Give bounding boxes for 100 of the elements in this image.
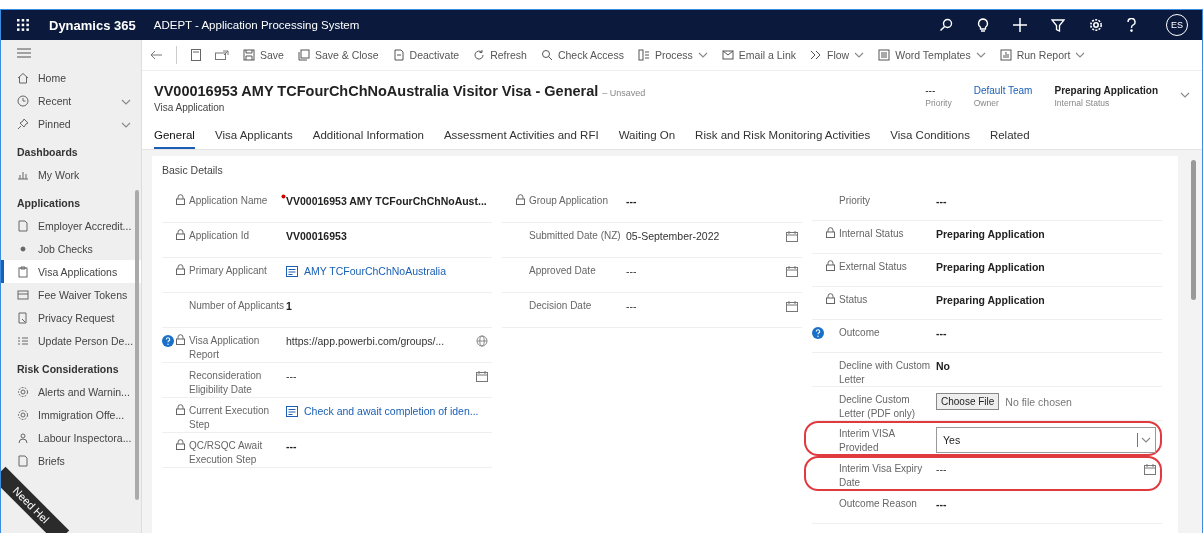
field-value[interactable]: https://app.powerbi.com/groups/... <box>286 335 445 347</box>
field-value: Preparing Application <box>936 294 1045 306</box>
command-button[interactable]: Process <box>637 49 708 61</box>
date-field[interactable]: 05-September-2022 <box>626 230 720 242</box>
back-arrow-icon[interactable] <box>150 50 162 60</box>
form-tab[interactable]: Related <box>989 125 1030 149</box>
field-label: Outcome <box>839 326 881 340</box>
command-button[interactable]: Run Report <box>999 49 1086 61</box>
calendar-icon[interactable] <box>476 370 488 382</box>
nav-item[interactable]: Home <box>1 66 141 89</box>
document-icon <box>878 49 891 61</box>
form-tab[interactable]: Additional Information <box>312 125 424 149</box>
header-field-value[interactable]: Default Team <box>973 85 1033 96</box>
calendar-icon[interactable] <box>786 230 798 242</box>
section-title: Basic Details <box>162 164 224 176</box>
nav-item[interactable]: Recent <box>1 89 141 112</box>
command-button[interactable]: Flow <box>810 49 865 61</box>
plus-icon[interactable] <box>1013 18 1027 32</box>
form-tab[interactable]: General <box>154 125 195 149</box>
field-label: Status <box>839 293 869 307</box>
calendar-icon[interactable] <box>1144 463 1156 475</box>
form-tab[interactable]: Visa Conditions <box>890 125 970 149</box>
file-status: No file chosen <box>1005 395 1072 408</box>
save-status: – Unsaved <box>602 88 646 98</box>
info-icon[interactable] <box>812 327 824 339</box>
document-icon <box>17 454 29 467</box>
date-field[interactable]: --- <box>626 300 637 312</box>
field-label: Reconsideration Eligibility Date <box>189 369 263 396</box>
nav-section-heading: Dashboards <box>16 145 79 160</box>
app-name: ADEPT - Application Processing System <box>153 19 360 31</box>
command-button[interactable]: Word Templates <box>878 49 986 61</box>
header-field-label: Owner <box>973 98 1000 108</box>
entity-name: Visa Application <box>154 102 226 113</box>
scrollbar-thumb[interactable] <box>1191 160 1196 300</box>
field-value: --- <box>936 195 947 207</box>
dropdown-field[interactable]: Yes <box>936 427 1156 453</box>
record-icon <box>286 265 298 277</box>
info-icon[interactable] <box>162 335 174 347</box>
nav-item[interactable]: Alerts and Warnin... <box>1 380 141 403</box>
nav-item[interactable]: Update Person De... <box>1 329 141 352</box>
card-icon <box>17 288 29 301</box>
command-button[interactable]: Save & Close <box>297 49 379 61</box>
date-field[interactable]: --- <box>286 370 297 382</box>
app-launcher-icon[interactable] <box>17 19 29 31</box>
chevron-down-icon <box>975 52 986 58</box>
save-icon <box>243 49 255 61</box>
nav-section-heading: Applications <box>16 196 81 211</box>
header-field-value: --- <box>925 85 937 96</box>
scrollbar-thumb[interactable] <box>135 190 139 500</box>
globe-icon[interactable] <box>476 335 488 347</box>
nav-item[interactable]: Labour Inspectora... <box>1 426 141 449</box>
form-tab[interactable]: Visa Applicants <box>214 125 293 149</box>
lock-icon <box>176 264 185 275</box>
field-label: Decline with Custom Letter <box>839 359 932 386</box>
process-icon <box>637 49 650 61</box>
field-value: No <box>936 360 950 372</box>
form-tab[interactable]: Risk and Risk Monitoring Activities <box>695 125 871 149</box>
popout-icon[interactable] <box>215 50 229 60</box>
nav-item[interactable]: Pinned <box>1 112 141 135</box>
header-field-label: Internal Status <box>1054 98 1111 108</box>
nav-item[interactable]: Employer Accredit... <box>1 214 141 237</box>
lock-icon <box>176 334 185 345</box>
field-label: Internal Status <box>839 227 905 241</box>
help-icon[interactable] <box>1127 18 1136 32</box>
nav-item[interactable]: Privacy Request <box>1 306 141 329</box>
people-icon <box>17 431 29 444</box>
form-tab[interactable]: Assessment Activities and RFI <box>443 125 599 149</box>
settings-icon[interactable] <box>1089 18 1103 32</box>
nav-item[interactable]: Fee Waiver Tokens <box>1 283 141 306</box>
expand-chevron-icon[interactable] <box>1180 92 1190 98</box>
nav-item[interactable]: My Work <box>1 163 141 186</box>
choose-file-button[interactable]: Choose File <box>936 393 1000 410</box>
field-value: --- <box>286 440 297 452</box>
lightbulb-icon[interactable] <box>977 17 989 33</box>
record-icon <box>286 405 298 417</box>
date-field[interactable]: --- <box>626 265 637 277</box>
calendar-icon[interactable] <box>786 265 798 277</box>
clipboard-icon <box>17 265 29 278</box>
date-field[interactable]: --- <box>936 463 947 475</box>
nav-item[interactable]: Immigration Offe... <box>1 403 141 426</box>
command-button[interactable]: Email a Link <box>721 49 797 61</box>
report-icon <box>999 49 1012 61</box>
field-value: --- <box>936 327 947 339</box>
pin-icon <box>17 117 29 130</box>
nav-item[interactable]: Visa Applications <box>1 260 141 283</box>
field-label: Current Execution Step <box>189 404 271 431</box>
lookup-link[interactable]: AMY TCFourChChNoAustralia <box>304 265 446 277</box>
form-tab[interactable]: Waiting On <box>618 125 676 149</box>
filter-icon[interactable] <box>1051 18 1065 32</box>
lookup-link[interactable]: Check and await completion of iden... <box>304 405 479 417</box>
command-button[interactable]: Save <box>243 49 284 61</box>
search-icon[interactable] <box>939 18 953 32</box>
command-button[interactable]: Refresh <box>473 49 527 61</box>
calendar-icon[interactable] <box>786 300 798 312</box>
form-icon[interactable] <box>191 49 201 61</box>
field-value: VV00016953 AMY TCFourChChNoAust... <box>286 195 487 207</box>
command-button[interactable]: Check Access <box>540 49 624 61</box>
field-value: Preparing Application <box>936 228 1045 240</box>
nav-item[interactable]: Job Checks <box>1 237 141 260</box>
command-button[interactable]: Deactivate <box>392 49 460 61</box>
